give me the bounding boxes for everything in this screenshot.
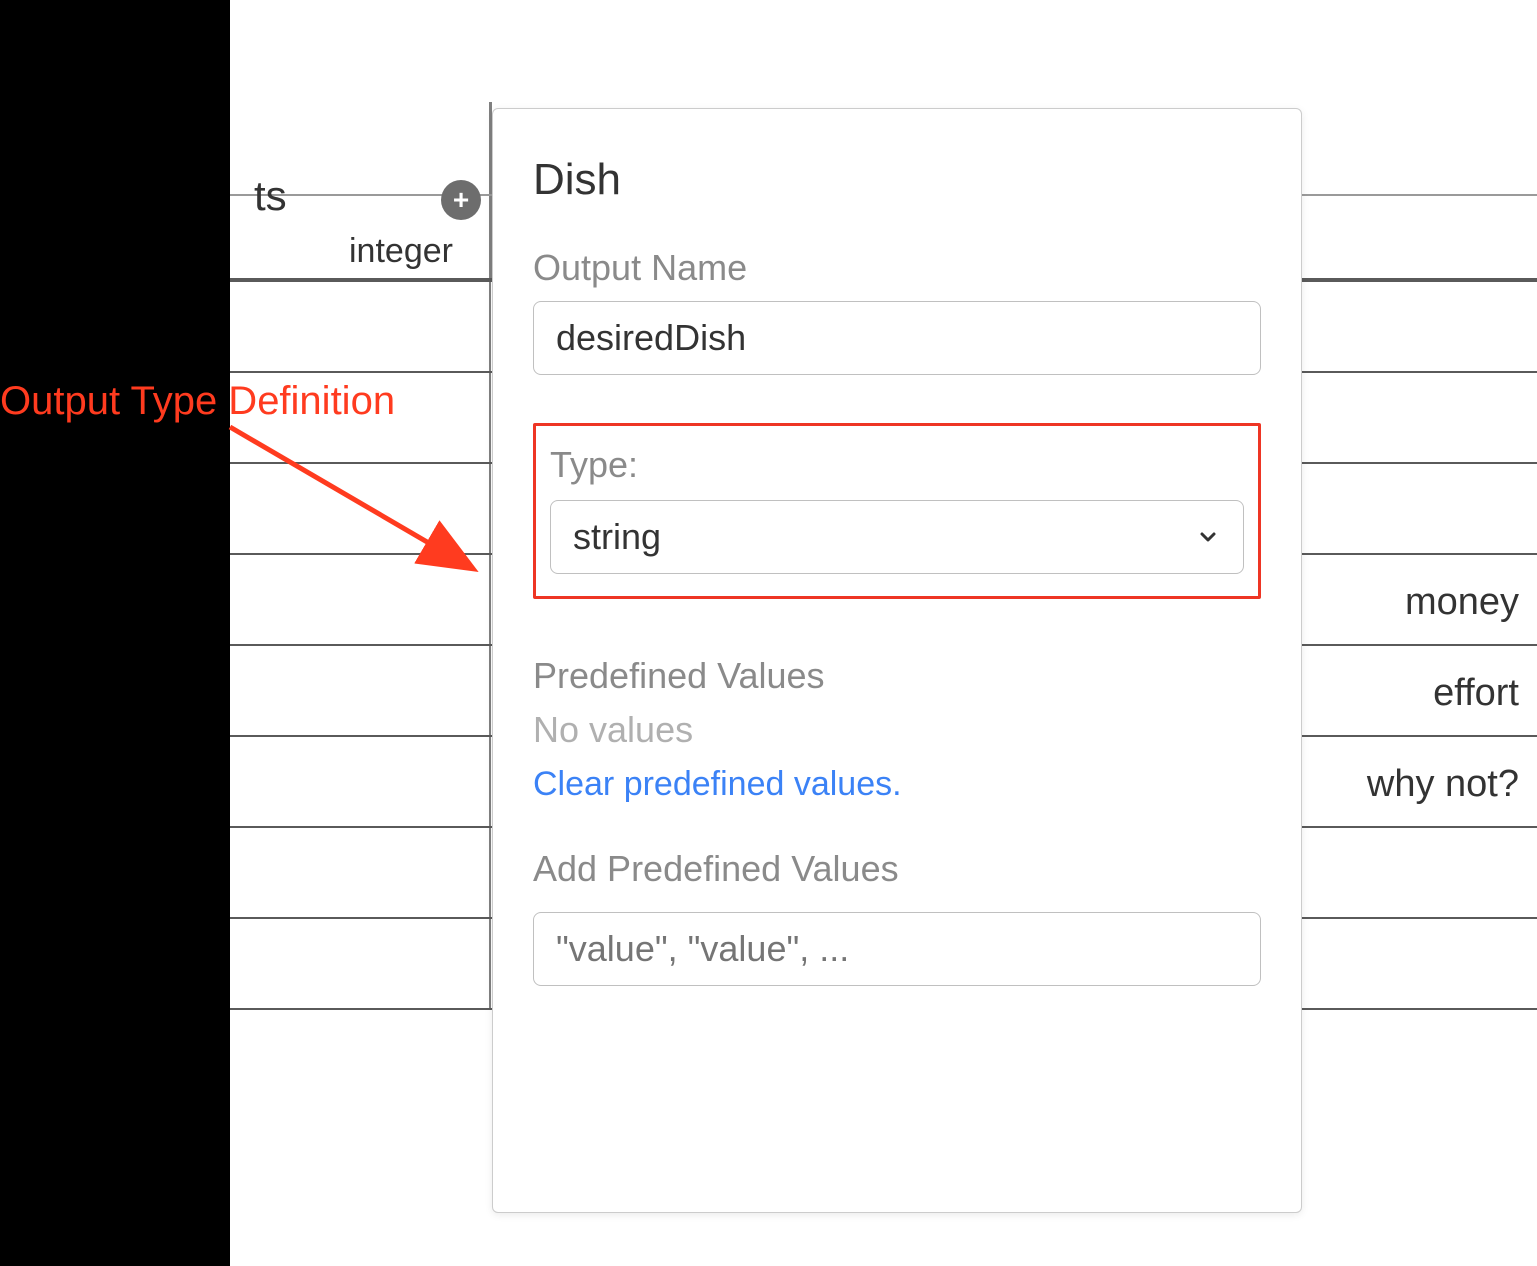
cell-value: effort	[1433, 672, 1519, 715]
column-divider	[489, 828, 491, 917]
add-predefined-section: Add Predefined Values	[533, 848, 1261, 986]
predefined-values-section: Predefined Values No values Clear predef…	[533, 655, 1261, 804]
cell-value: why not?	[1367, 763, 1519, 806]
clear-predefined-link[interactable]: Clear predefined values.	[533, 765, 902, 804]
predefined-empty-text: No values	[533, 709, 1261, 751]
type-select[interactable]	[550, 500, 1244, 574]
column-type-label: integer	[349, 232, 453, 271]
column-divider	[489, 919, 491, 1008]
column-divider	[489, 737, 491, 826]
column-divider	[489, 555, 491, 644]
output-config-panel: Dish Output Name Type: Predefined Values…	[492, 108, 1302, 1213]
type-section-highlighted: Type:	[533, 423, 1261, 599]
column-divider	[489, 282, 491, 371]
output-name-label: Output Name	[533, 247, 1261, 289]
add-predefined-label: Add Predefined Values	[533, 848, 1261, 890]
left-black-strip	[0, 0, 230, 1266]
cell-value: money	[1405, 581, 1519, 624]
column-divider	[489, 373, 491, 462]
column-divider	[489, 646, 491, 735]
type-select-wrap	[550, 500, 1244, 574]
add-predefined-input[interactable]	[533, 912, 1261, 986]
predefined-values-label: Predefined Values	[533, 655, 1261, 697]
type-label: Type:	[550, 444, 1244, 486]
output-name-input[interactable]	[533, 301, 1261, 375]
panel-title: Dish	[533, 155, 1261, 205]
column-divider	[489, 464, 491, 553]
